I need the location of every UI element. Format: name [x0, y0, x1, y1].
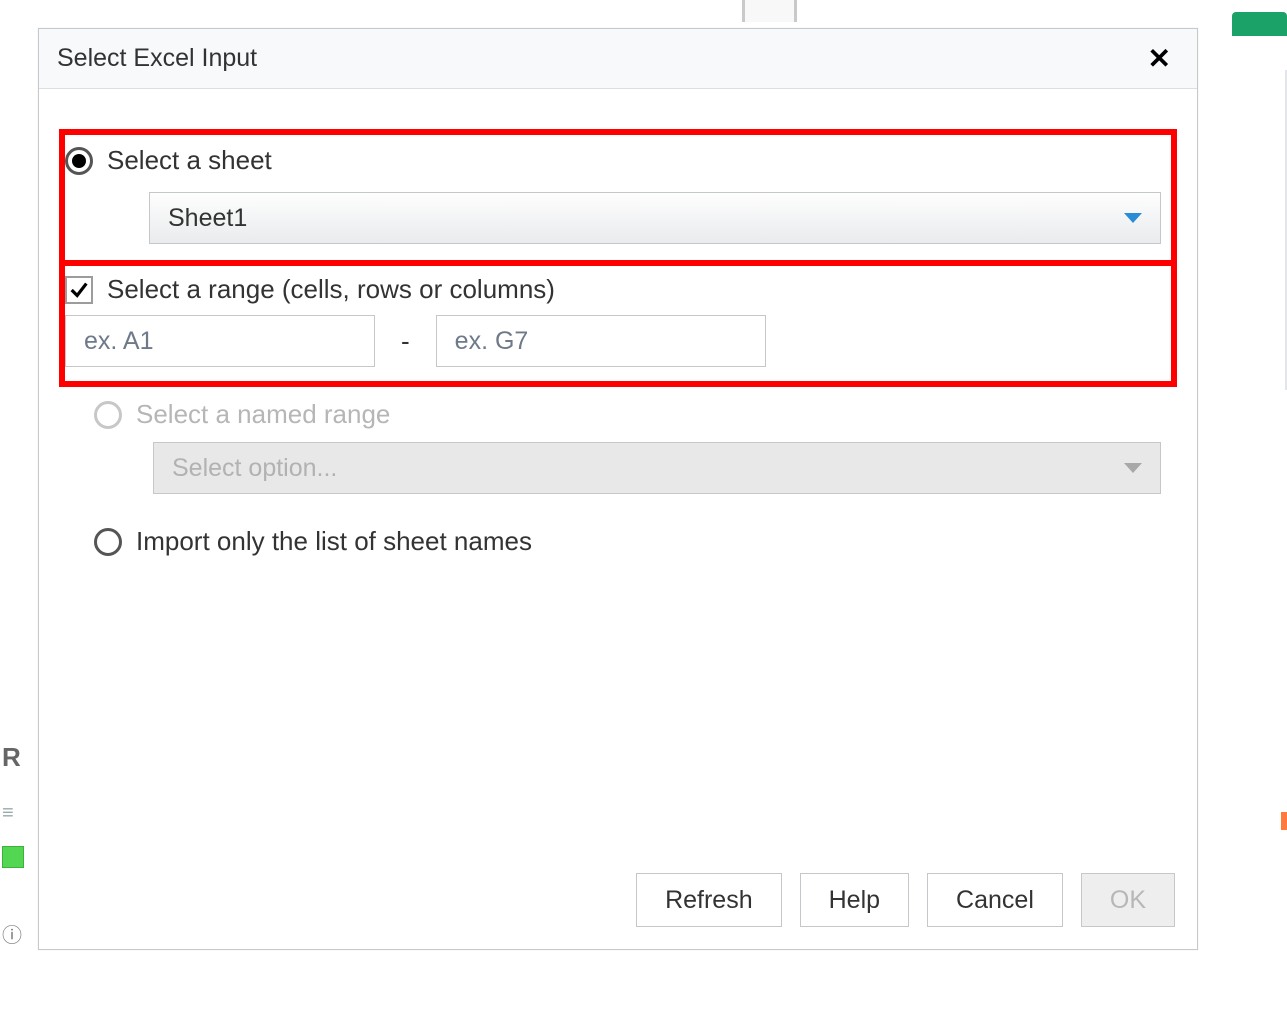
range-to-input[interactable]: [436, 315, 766, 367]
background-label-R: R: [2, 742, 21, 773]
highlight-select-range: Select a range (cells, rows or columns) …: [59, 266, 1177, 387]
background-help-icon: ⓘ: [2, 919, 22, 948]
cancel-button[interactable]: Cancel: [927, 873, 1063, 927]
background-orange-marker: [1281, 812, 1287, 830]
background-tab-icon: [1232, 12, 1287, 36]
radio-import-list[interactable]: [94, 528, 122, 556]
dialog-title: Select Excel Input: [57, 44, 257, 73]
background-list-icon: ≡: [2, 802, 16, 825]
help-button[interactable]: Help: [800, 873, 909, 927]
sheet-dropdown-value: Sheet1: [168, 204, 247, 233]
background-splitter: [742, 0, 797, 22]
background-green-swatch: [2, 846, 24, 868]
radio-named-range: [94, 401, 122, 429]
range-checkbox[interactable]: [65, 276, 93, 304]
named-range-dropdown: Select option...: [153, 442, 1161, 494]
ok-button: OK: [1081, 873, 1175, 927]
radio-import-list-label: Import only the list of sheet names: [136, 526, 532, 557]
range-checkbox-label: Select a range (cells, rows or columns): [107, 274, 555, 305]
refresh-button[interactable]: Refresh: [636, 873, 782, 927]
highlight-select-sheet: Select a sheet Sheet1: [59, 129, 1177, 266]
chevron-down-icon: [1124, 463, 1142, 473]
select-excel-input-dialog: Select Excel Input ✕ Select a sheet Shee…: [38, 28, 1198, 950]
chevron-down-icon: [1124, 213, 1142, 223]
radio-select-sheet[interactable]: [65, 147, 93, 175]
named-range-dropdown-placeholder: Select option...: [172, 454, 337, 483]
dialog-body: Select a sheet Sheet1 Select a range (ce…: [39, 89, 1197, 557]
sheet-dropdown[interactable]: Sheet1: [149, 192, 1161, 244]
dialog-header: Select Excel Input ✕: [39, 29, 1197, 89]
range-from-input[interactable]: [65, 315, 375, 367]
dialog-button-bar: Refresh Help Cancel OK: [636, 873, 1175, 927]
close-icon[interactable]: ✕: [1140, 41, 1179, 77]
range-dash: -: [375, 326, 436, 357]
radio-named-range-label: Select a named range: [136, 399, 390, 430]
radio-select-sheet-label: Select a sheet: [107, 145, 272, 176]
check-icon: [68, 279, 90, 301]
